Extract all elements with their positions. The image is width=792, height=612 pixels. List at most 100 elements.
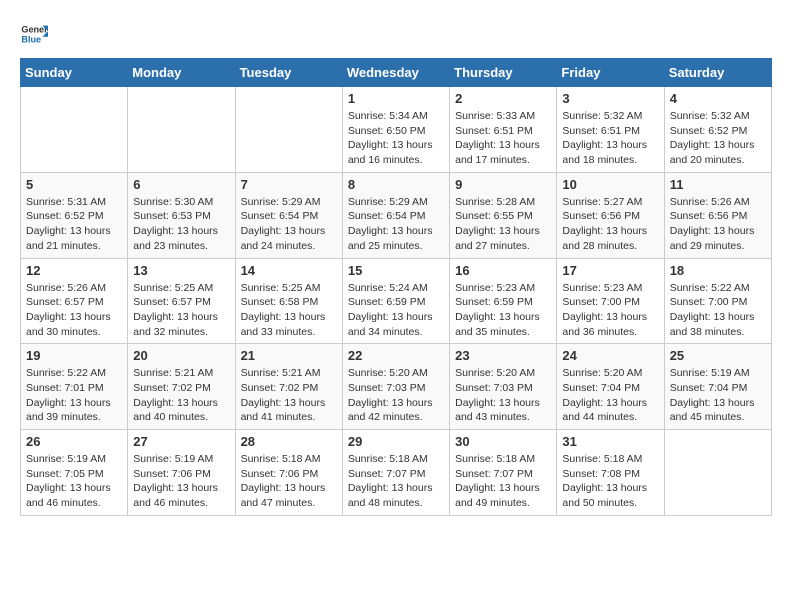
svg-text:Blue: Blue [21,34,41,44]
day-info: Sunrise: 5:26 AM Sunset: 6:57 PM Dayligh… [26,281,122,340]
day-info: Sunrise: 5:18 AM Sunset: 7:07 PM Dayligh… [348,452,444,511]
day-number: 20 [133,348,229,363]
day-info: Sunrise: 5:20 AM Sunset: 7:04 PM Dayligh… [562,366,658,425]
day-info: Sunrise: 5:20 AM Sunset: 7:03 PM Dayligh… [348,366,444,425]
calendar-cell: 16 Sunrise: 5:23 AM Sunset: 6:59 PM Dayli… [450,258,557,344]
day-info: Sunrise: 5:19 AM Sunset: 7:06 PM Dayligh… [133,452,229,511]
calendar-cell: 15 Sunrise: 5:24 AM Sunset: 6:59 PM Dayli… [342,258,449,344]
calendar-cell: 8 Sunrise: 5:29 AM Sunset: 6:54 PM Daylig… [342,172,449,258]
week-row-5: 26 Sunrise: 5:19 AM Sunset: 7:05 PM Dayli… [21,430,772,516]
calendar-cell: 4 Sunrise: 5:32 AM Sunset: 6:52 PM Daylig… [664,87,771,173]
page-header: General Blue [20,20,772,48]
day-number: 9 [455,177,551,192]
day-info: Sunrise: 5:29 AM Sunset: 6:54 PM Dayligh… [241,195,337,254]
calendar-cell: 30 Sunrise: 5:18 AM Sunset: 7:07 PM Dayli… [450,430,557,516]
day-number: 30 [455,434,551,449]
calendar-cell: 21 Sunrise: 5:21 AM Sunset: 7:02 PM Dayli… [235,344,342,430]
calendar-cell: 27Sunrise: 5:19 AM Sunset: 7:06 PM Dayli… [128,430,235,516]
week-row-4: 19Sunrise: 5:22 AM Sunset: 7:01 PM Dayli… [21,344,772,430]
day-number: 6 [133,177,229,192]
day-number: 16 [455,263,551,278]
day-info: Sunrise: 5:25 AM Sunset: 6:57 PM Dayligh… [133,281,229,340]
day-info: Sunrise: 5:19 AM Sunset: 7:05 PM Dayligh… [26,452,122,511]
day-number: 1 [348,91,444,106]
calendar-cell: 22 Sunrise: 5:20 AM Sunset: 7:03 PM Dayli… [342,344,449,430]
calendar-cell: 26 Sunrise: 5:19 AM Sunset: 7:05 PM Dayli… [21,430,128,516]
calendar-cell: 6 Sunrise: 5:30 AM Sunset: 6:53 PM Daylig… [128,172,235,258]
day-number: 31 [562,434,658,449]
logo-icon: General Blue [20,20,48,48]
day-info: Sunrise: 5:29 AM Sunset: 6:54 PM Dayligh… [348,195,444,254]
day-number: 26 [26,434,122,449]
week-row-2: 5 Sunrise: 5:31 AM Sunset: 6:52 PM Daylig… [21,172,772,258]
day-number: 19 [26,348,122,363]
calendar-cell: 19Sunrise: 5:22 AM Sunset: 7:01 PM Dayli… [21,344,128,430]
calendar-cell: 31 Sunrise: 5:18 AM Sunset: 7:08 PM Dayli… [557,430,664,516]
day-info: Sunrise: 5:33 AM Sunset: 6:51 PM Dayligh… [455,109,551,168]
calendar-cell: 2 Sunrise: 5:33 AM Sunset: 6:51 PM Daylig… [450,87,557,173]
day-info: Sunrise: 5:21 AM Sunset: 7:02 PM Dayligh… [241,366,337,425]
day-info: Sunrise: 5:27 AM Sunset: 6:56 PM Dayligh… [562,195,658,254]
day-info: Sunrise: 5:25 AM Sunset: 6:58 PM Dayligh… [241,281,337,340]
day-number: 5 [26,177,122,192]
day-info: Sunrise: 5:34 AM Sunset: 6:50 PM Dayligh… [348,109,444,168]
calendar-cell: 29 Sunrise: 5:18 AM Sunset: 7:07 PM Dayli… [342,430,449,516]
calendar-cell: 13 Sunrise: 5:25 AM Sunset: 6:57 PM Dayli… [128,258,235,344]
day-info: Sunrise: 5:32 AM Sunset: 6:52 PM Dayligh… [670,109,766,168]
calendar-cell: 25 Sunrise: 5:19 AM Sunset: 7:04 PM Dayli… [664,344,771,430]
day-number: 3 [562,91,658,106]
calendar-cell: 12 Sunrise: 5:26 AM Sunset: 6:57 PM Dayli… [21,258,128,344]
day-info: Sunrise: 5:18 AM Sunset: 7:08 PM Dayligh… [562,452,658,511]
week-row-3: 12 Sunrise: 5:26 AM Sunset: 6:57 PM Dayli… [21,258,772,344]
day-info: Sunrise: 5:26 AM Sunset: 6:56 PM Dayligh… [670,195,766,254]
column-header-wednesday: Wednesday [342,59,449,87]
calendar-cell [235,87,342,173]
day-info: Sunrise: 5:20 AM Sunset: 7:03 PM Dayligh… [455,366,551,425]
calendar-cell: 5 Sunrise: 5:31 AM Sunset: 6:52 PM Daylig… [21,172,128,258]
day-number: 13 [133,263,229,278]
day-number: 22 [348,348,444,363]
day-number: 4 [670,91,766,106]
day-number: 12 [26,263,122,278]
calendar-cell: 9 Sunrise: 5:28 AM Sunset: 6:55 PM Daylig… [450,172,557,258]
day-number: 28 [241,434,337,449]
week-row-1: 1 Sunrise: 5:34 AM Sunset: 6:50 PM Daylig… [21,87,772,173]
calendar-cell: 14 Sunrise: 5:25 AM Sunset: 6:58 PM Dayli… [235,258,342,344]
logo: General Blue [20,20,52,48]
day-number: 11 [670,177,766,192]
calendar-cell: 28Sunrise: 5:18 AM Sunset: 7:06 PM Dayli… [235,430,342,516]
column-header-saturday: Saturday [664,59,771,87]
day-info: Sunrise: 5:32 AM Sunset: 6:51 PM Dayligh… [562,109,658,168]
day-number: 7 [241,177,337,192]
day-info: Sunrise: 5:23 AM Sunset: 6:59 PM Dayligh… [455,281,551,340]
day-number: 25 [670,348,766,363]
day-info: Sunrise: 5:30 AM Sunset: 6:53 PM Dayligh… [133,195,229,254]
day-number: 14 [241,263,337,278]
calendar-cell: 1 Sunrise: 5:34 AM Sunset: 6:50 PM Daylig… [342,87,449,173]
day-info: Sunrise: 5:24 AM Sunset: 6:59 PM Dayligh… [348,281,444,340]
day-info: Sunrise: 5:21 AM Sunset: 7:02 PM Dayligh… [133,366,229,425]
calendar-cell [128,87,235,173]
header-row: SundayMondayTuesdayWednesdayThursdayFrid… [21,59,772,87]
day-info: Sunrise: 5:23 AM Sunset: 7:00 PM Dayligh… [562,281,658,340]
calendar-cell [21,87,128,173]
day-number: 18 [670,263,766,278]
calendar-cell [664,430,771,516]
calendar-cell: 17Sunrise: 5:23 AM Sunset: 7:00 PM Dayli… [557,258,664,344]
day-number: 2 [455,91,551,106]
day-number: 8 [348,177,444,192]
calendar-cell: 24Sunrise: 5:20 AM Sunset: 7:04 PM Dayli… [557,344,664,430]
calendar-cell: 20 Sunrise: 5:21 AM Sunset: 7:02 PM Dayli… [128,344,235,430]
day-number: 29 [348,434,444,449]
day-number: 23 [455,348,551,363]
calendar-cell: 7 Sunrise: 5:29 AM Sunset: 6:54 PM Daylig… [235,172,342,258]
day-number: 15 [348,263,444,278]
day-info: Sunrise: 5:28 AM Sunset: 6:55 PM Dayligh… [455,195,551,254]
calendar-cell: 11 Sunrise: 5:26 AM Sunset: 6:56 PM Dayli… [664,172,771,258]
day-info: Sunrise: 5:31 AM Sunset: 6:52 PM Dayligh… [26,195,122,254]
day-info: Sunrise: 5:18 AM Sunset: 7:07 PM Dayligh… [455,452,551,511]
day-number: 21 [241,348,337,363]
day-info: Sunrise: 5:22 AM Sunset: 7:00 PM Dayligh… [670,281,766,340]
day-info: Sunrise: 5:19 AM Sunset: 7:04 PM Dayligh… [670,366,766,425]
day-number: 10 [562,177,658,192]
